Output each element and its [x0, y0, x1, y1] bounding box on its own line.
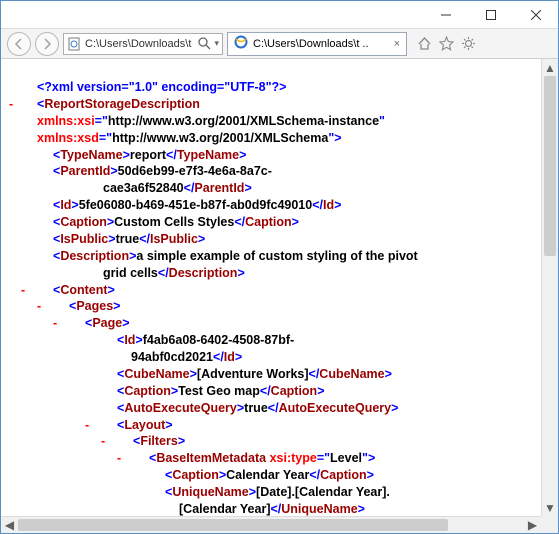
close-button[interactable]: [513, 1, 558, 29]
search-dropdown-icon[interactable]: ▾: [214, 38, 219, 49]
tab-title: C:\Users\Downloads\t ..: [253, 38, 369, 50]
address-text: C:\Users\Downloads\t: [85, 38, 191, 50]
vertical-scrollbar[interactable]: ▲ ▼: [541, 59, 558, 516]
minimize-button[interactable]: [423, 1, 468, 29]
ie-icon: [234, 35, 248, 52]
tab-close-icon[interactable]: ×: [394, 38, 400, 50]
toolbar: C:\Users\Downloads\t ▾ C:\Users\Download…: [1, 29, 558, 59]
browser-tab[interactable]: C:\Users\Downloads\t .. ×: [227, 32, 407, 56]
vertical-scroll-thumb[interactable]: [544, 76, 556, 256]
xml-declaration: <?xml version="1.0" encoding="UTF-8"?>: [37, 80, 286, 94]
horizontal-scrollbar[interactable]: ◀ ▶: [1, 516, 541, 533]
address-bar[interactable]: C:\Users\Downloads\t ▾: [63, 33, 223, 55]
search-icon[interactable]: ▾: [198, 37, 219, 50]
horizontal-scroll-thumb[interactable]: [18, 519, 448, 531]
back-button[interactable]: [7, 32, 31, 56]
page-icon: [67, 37, 81, 51]
titlebar: [1, 1, 558, 29]
scroll-down-icon[interactable]: ▼: [542, 499, 558, 516]
maximize-button[interactable]: [468, 1, 513, 29]
scroll-up-icon[interactable]: ▲: [542, 59, 558, 76]
scroll-left-icon[interactable]: ◀: [1, 517, 18, 533]
tools-icon[interactable]: [461, 36, 476, 51]
favorites-icon[interactable]: [439, 36, 454, 51]
scrollbar-corner: [541, 516, 558, 533]
forward-button[interactable]: [35, 32, 59, 56]
scroll-right-icon[interactable]: ▶: [524, 517, 541, 533]
home-icon[interactable]: [417, 36, 432, 51]
content-viewport: <?xml version="1.0" encoding="UTF-8"?> -…: [1, 59, 558, 516]
